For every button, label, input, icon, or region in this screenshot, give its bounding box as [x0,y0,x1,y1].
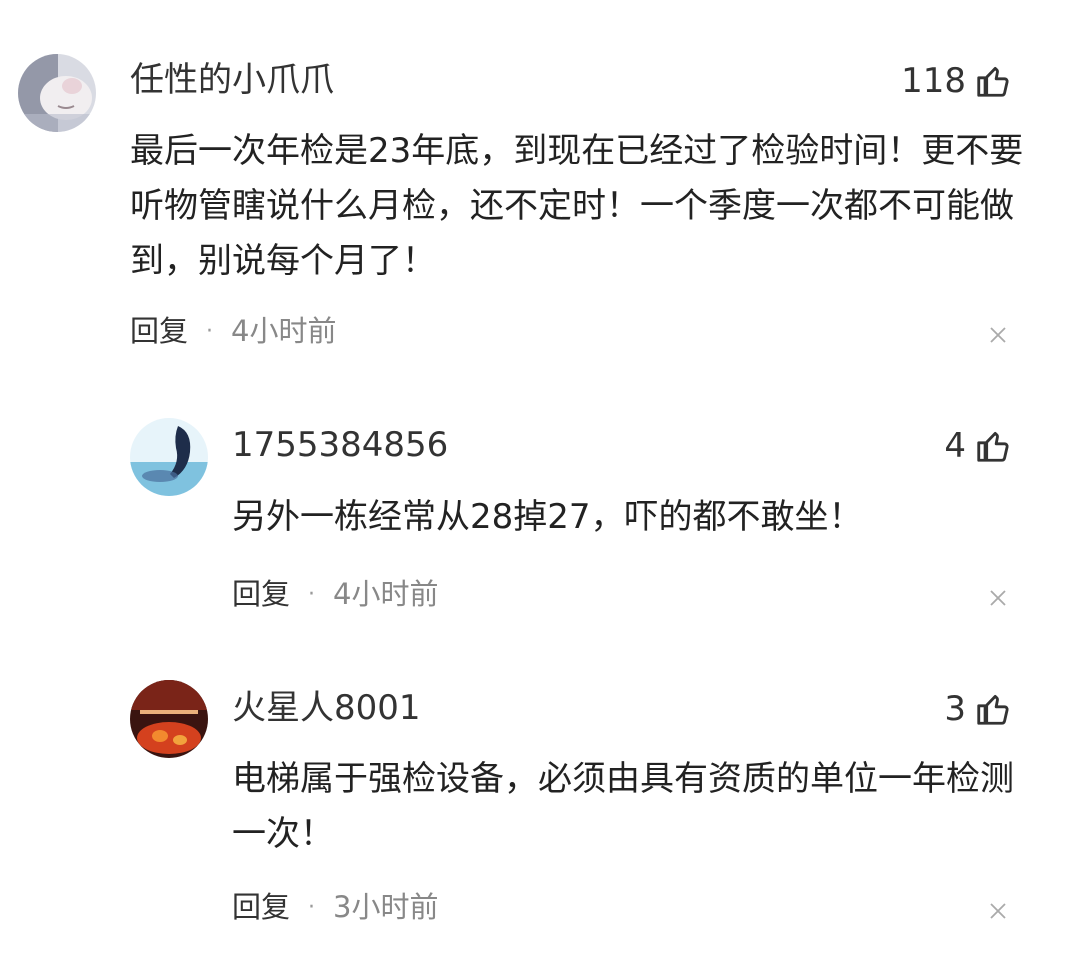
like-button[interactable]: 3 [944,690,1012,728]
comment-item: 任性的小爪爪 118 最后一次年检是23年底，到现在已经过了检验时间！更不要听物… [0,0,1080,380]
like-count: 118 [901,61,966,101]
reply-button[interactable]: 回复 [232,580,290,609]
username[interactable]: 1755384856 [232,428,448,462]
timestamp: 4小时前 [231,314,337,348]
reply-button[interactable]: 回复 [130,317,188,346]
timestamp: 4小时前 [333,577,439,611]
comment-text: 最后一次年检是23年底，到现在已经过了检验时间！更不要听物管瞎说什么月检，还不定… [130,131,1024,281]
like-count: 4 [944,426,966,466]
reply-button[interactable]: 回复 [232,893,290,922]
separator: · [206,318,214,344]
comment-item: 1755384856 4 另外一栋经常从28掉27，吓的都不敢坐！ 回复 · 4… [0,380,1080,640]
avatar-fire-icon [130,680,208,758]
thumbs-up-icon [977,66,1009,97]
avatar-figure-icon [130,418,208,496]
close-icon[interactable] [988,588,1008,608]
comment-text: 另外一栋经常从28掉27，吓的都不敢坐！ [232,497,863,537]
thumbs-up-icon [977,694,1009,725]
comment-meta: 回复 · 3小时前 [232,893,438,922]
username[interactable]: 火星人8001 [232,691,421,725]
like-count: 3 [944,689,966,729]
avatar[interactable] [18,54,96,132]
separator: · [308,894,316,920]
close-icon[interactable] [988,325,1008,345]
avatar-cat-icon [18,54,96,132]
avatar[interactable] [130,680,208,758]
close-icon[interactable] [988,901,1008,921]
timestamp: 3小时前 [333,890,439,924]
avatar[interactable] [130,418,208,496]
username[interactable]: 任性的小爪爪 [130,63,334,97]
separator: · [308,581,316,607]
comment-meta: 回复 · 4小时前 [232,580,438,609]
comment-item: 火星人8001 3 电梯属于强检设备，必须由具有资质的单位一年检测一次！ 回复 … [0,640,1080,968]
comment-text: 电梯属于强检设备，必须由具有资质的单位一年检测一次！ [232,759,1014,854]
like-button[interactable]: 4 [944,427,1012,465]
comment-meta: 回复 · 4小时前 [130,317,336,346]
thumbs-up-icon [977,431,1009,462]
like-button[interactable]: 118 [901,62,1012,100]
